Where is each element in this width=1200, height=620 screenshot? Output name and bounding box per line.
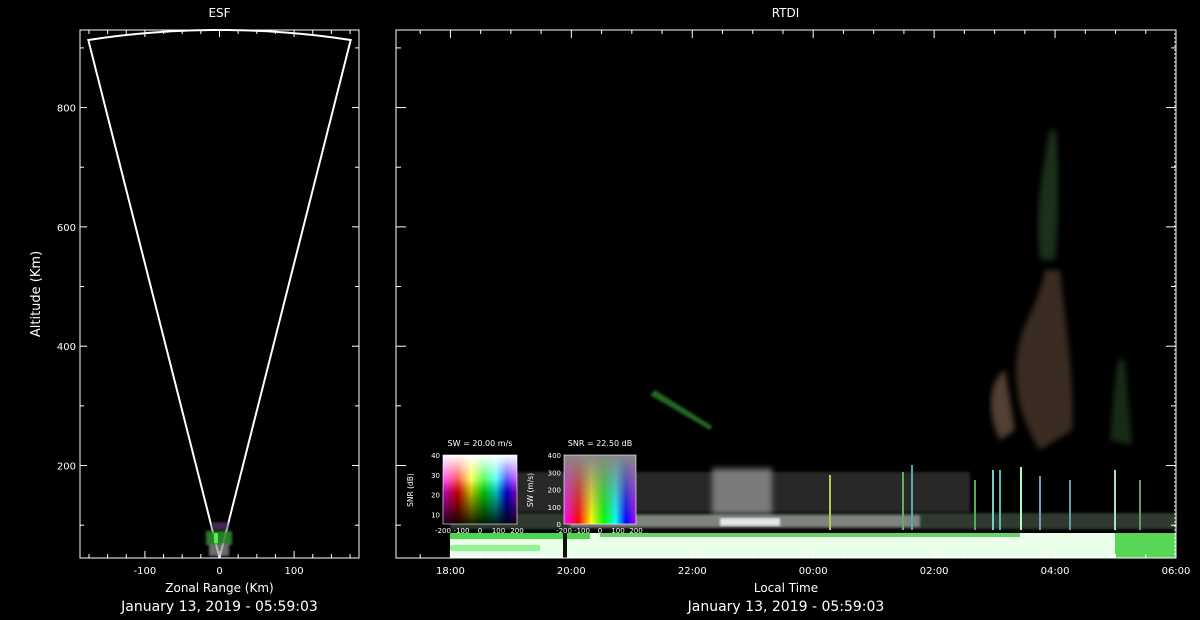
esf-y-label: Altitude (Km)	[29, 251, 44, 337]
esf-x-tick-label: 0	[216, 566, 222, 577]
rtdi-title: RTDI	[772, 6, 800, 20]
colorbar-sw-title: SW = 20.00 m/s	[448, 439, 513, 448]
esf-y-tick-label: 600	[57, 223, 76, 234]
colorbar-x-tick-label: 200	[629, 527, 642, 535]
rtdi-x-tick-label: 18:00	[436, 566, 465, 577]
esf-y-tick-label: 800	[57, 104, 76, 115]
colorbar-x-tick-label: 100	[492, 527, 505, 535]
colorbar-x-tick-label: 0	[478, 527, 482, 535]
esf-y-tick-label: 200	[57, 462, 76, 473]
colorbar-y-tick-label: 300	[548, 469, 561, 477]
colorbar-x-tick-label: 100	[611, 527, 624, 535]
rtdi-x-tick-label: 00:00	[799, 566, 828, 577]
colorbar-y-tick-label: 40	[431, 452, 440, 460]
colorbar-x-tick-label: -100	[574, 527, 590, 535]
figure: ESF 200400600800-100 0 100 Zonal Range (Km…	[29, 6, 1191, 615]
colorbar-y-tick-label: 400	[548, 452, 561, 460]
rtdi-x-tick-label: 20:00	[557, 566, 586, 577]
colorbar-y-tick-label: 20	[431, 492, 440, 500]
colorbar-snr-title: SNR = 22.50 dB	[568, 439, 632, 448]
esf-beam-outline	[87, 29, 352, 559]
esf-ticks: 200 400 600 800 -100 0 100	[57, 30, 359, 577]
esf-x-tick-label: -100	[134, 566, 157, 577]
colorbar-snr-ylabel: SW (m/s)	[526, 473, 535, 507]
rtdi-x-tick-label: 22:00	[678, 566, 707, 577]
esf-panel: ESF 200 400 600 800 -100 0 100 Zonal Range (Km…	[29, 6, 360, 615]
esf-y-tick-label: 400	[57, 342, 76, 353]
colorbar-y-tick-label: 200	[548, 487, 561, 495]
colorbar-x-tick-label: -100	[454, 527, 470, 535]
colorbar-sw: SW = 20.00 m/s SNR (dB) -200 -100 0 100 200 1…	[406, 439, 524, 535]
colorbar-y-tick-label: 30	[431, 472, 440, 480]
rtdi-x-label: Local Time	[754, 581, 818, 595]
colorbar-x-tick-label: 200	[510, 527, 523, 535]
colorbar-y-tick-label: 100	[548, 504, 561, 512]
esf-timestamp: January 13, 2019 - 05:59:03	[120, 599, 318, 615]
esf-x-label: Zonal Range (Km)	[165, 581, 273, 595]
colorbar-x-tick-label: -200	[435, 527, 451, 535]
esf-title: ESF	[208, 6, 230, 20]
colorbar-y-tick-label: 0	[557, 521, 561, 529]
rtdi-x-tick-label: 06:00	[1162, 566, 1191, 577]
rtdi-x-tick-label: 04:00	[1041, 566, 1070, 577]
colorbar-y-tick-label: 10	[431, 512, 440, 520]
rtdi-x-tick-label: 02:00	[920, 566, 949, 577]
rtdi-panel: RTDI SW = 20.00 m/s SNR (dB) -200 -100 0…	[395, 6, 1191, 615]
esf-x-tick-label: 100	[285, 566, 304, 577]
rtdi-plumes	[650, 130, 1132, 450]
rtdi-timestamp: January 13, 2019 - 05:59:03	[687, 599, 885, 615]
colorbar-x-tick-label: 0	[598, 527, 602, 535]
colorbar-sw-ylabel: SNR (dB)	[406, 473, 415, 507]
esf-frame	[79, 29, 360, 559]
